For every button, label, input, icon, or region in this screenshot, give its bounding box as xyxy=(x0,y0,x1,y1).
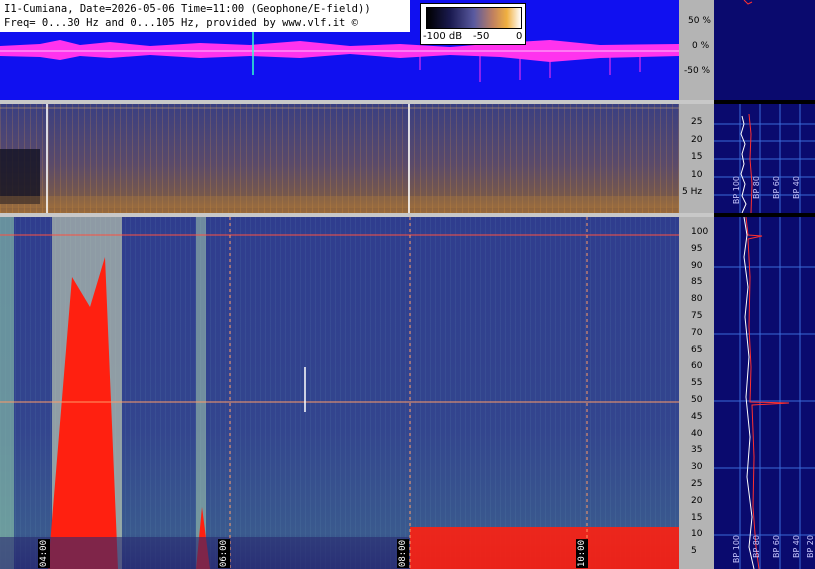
legend-gradient xyxy=(426,7,522,29)
profile-105hz-plot xyxy=(714,216,815,569)
header-line-2: Freq= 0...30 Hz and 0...105 Hz, provided… xyxy=(4,17,359,29)
freq105-tick-4: 80 xyxy=(691,294,703,305)
freq105-tick-14: 30 xyxy=(691,462,703,473)
legend-low: -100 dB xyxy=(423,31,463,42)
profile-low-label-0: BP 100 xyxy=(732,535,741,564)
freq105-tick-12: 40 xyxy=(691,428,703,439)
profile-label-2: BP 60 xyxy=(772,176,781,200)
profile-105hz: BP 100 BP 80 BP 60 BP 40 BP 20 xyxy=(714,216,815,569)
profile-top-trace xyxy=(743,0,753,5)
freq30-tick-3: 10 xyxy=(691,169,703,180)
freq105-tick-5: 75 xyxy=(691,311,703,321)
freq105-tick-0: 100 xyxy=(691,227,709,237)
spectrogram-30hz xyxy=(0,104,679,213)
amplitude-scale: 50 % 0 % -50 % xyxy=(679,0,714,100)
freq30-tick-0: 25 xyxy=(691,117,703,127)
time-label-0: 04:00 xyxy=(38,539,50,569)
profile-low-label-4: BP 20 xyxy=(806,535,815,559)
profile-low-label-2: BP 60 xyxy=(772,535,781,559)
spectrogram-105hz: 04:00 06:00 08:00 10:00 xyxy=(0,217,679,569)
freq105-tick-15: 25 xyxy=(691,479,703,489)
freq30-tick-1: 20 xyxy=(691,134,703,145)
freq105-tick-17: 15 xyxy=(691,512,703,523)
freq105-tick-18: 10 xyxy=(691,529,703,540)
spectrogram-30hz-overlay xyxy=(0,104,679,213)
profile-label-0: BP 100 xyxy=(732,176,741,205)
amp-tick-2: -50 % xyxy=(684,66,711,76)
header-box: I1-Cumiana, Date=2026-05-06 Time=11:00 (… xyxy=(0,0,410,32)
freq105-tick-9: 55 xyxy=(691,378,703,389)
freq105-tick-10: 50 xyxy=(691,395,703,405)
amp-tick-0: 50 % xyxy=(688,16,711,26)
time-label-2: 08:00 xyxy=(397,539,409,569)
freq105-tick-6: 70 xyxy=(691,327,703,338)
time-label-3: 10:00 xyxy=(576,539,588,569)
freq105-tick-2: 90 xyxy=(691,260,703,271)
freq30-tick-2: 15 xyxy=(691,152,703,163)
time-label-1: 06:00 xyxy=(218,539,230,569)
header-line-1: I1-Cumiana, Date=2026-05-06 Time=11:00 (… xyxy=(4,3,371,15)
legend-high: 0 xyxy=(516,31,523,42)
amp-tick-1: 0 % xyxy=(692,41,710,51)
freq-scale-30hz: 25 20 15 10 5 Hz xyxy=(679,104,714,213)
freq105-tick-13: 35 xyxy=(691,445,703,456)
freq105-tick-8: 60 xyxy=(691,361,703,372)
profile-low-label-1: BP 80 xyxy=(752,535,761,559)
freq105-tick-3: 85 xyxy=(691,277,703,288)
spectrogram-105hz-overlay xyxy=(0,217,679,569)
profile-label-1: BP 80 xyxy=(752,176,761,200)
freq105-tick-11: 45 xyxy=(691,411,703,422)
profile-top xyxy=(714,0,815,100)
freq30-tick-4: 5 Hz xyxy=(682,187,703,198)
legend-mid: -50 xyxy=(473,31,490,42)
freq105-tick-1: 95 xyxy=(691,243,703,254)
spectrogram-screen: I1-Cumiana, Date=2026-05-06 Time=11:00 (… xyxy=(0,0,815,569)
profile-label-3: BP 40 xyxy=(792,176,801,200)
freq105-tick-7: 65 xyxy=(691,344,703,355)
profile-low-label-3: BP 40 xyxy=(792,535,801,559)
color-legend: -100 dB -50 0 xyxy=(420,3,526,45)
profile-30hz: BP 100 BP 80 BP 60 BP 40 xyxy=(714,104,815,214)
freq105-tick-19: 5 xyxy=(691,546,697,557)
freq-scale-105hz: 100 95 90 85 80 75 70 65 60 55 50 45 40 35 30 25 20 15 10 5 xyxy=(679,217,714,569)
freq105-tick-16: 20 xyxy=(691,495,703,506)
